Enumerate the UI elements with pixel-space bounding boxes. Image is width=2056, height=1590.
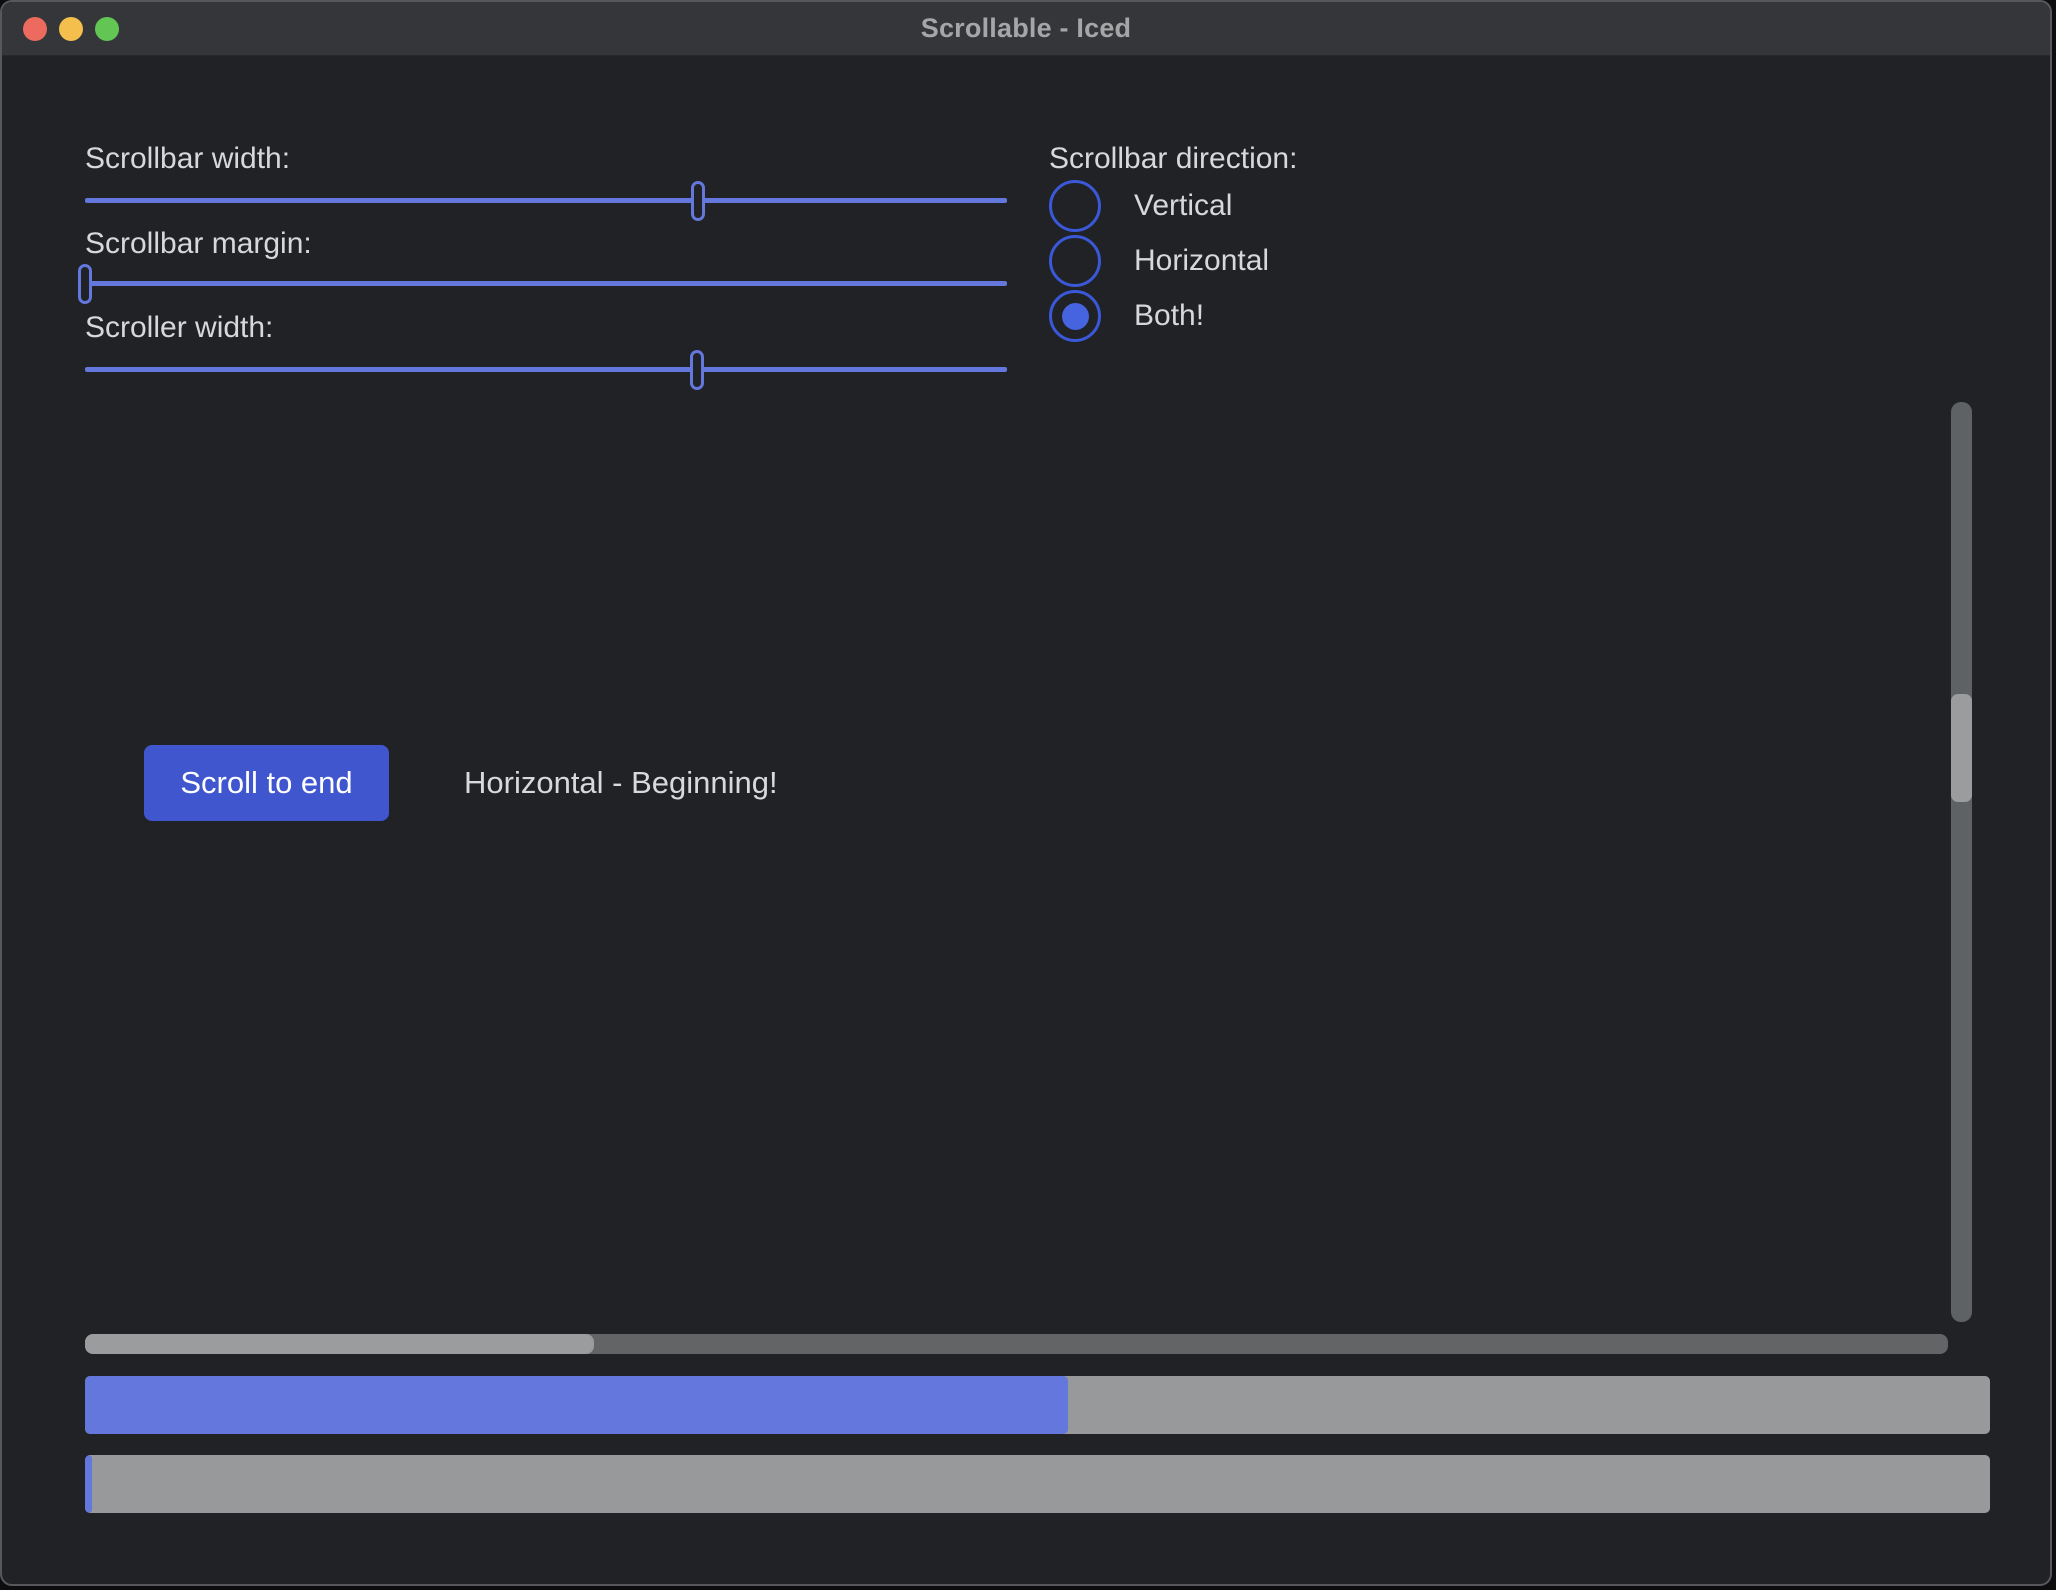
radio-both[interactable] — [1049, 290, 1101, 342]
progress-bar-track — [85, 1376, 1990, 1434]
app-window: Scrollable - Iced Scrollbar width: Scroll… — [0, 0, 2052, 1586]
horizontal-scrollbar[interactable] — [85, 1334, 1948, 1354]
window-title: Scrollable - Iced — [921, 13, 1131, 44]
scroll-status-text: Horizontal - Beginning! — [464, 745, 778, 821]
slider-handle[interactable] — [690, 350, 704, 390]
radio-selected-dot — [1062, 303, 1089, 330]
slider-label: Scrollbar width: — [85, 142, 290, 176]
slider-rail[interactable] — [85, 367, 1007, 372]
slider-handle[interactable] — [691, 181, 705, 221]
slider-label: Scroller width: — [85, 311, 273, 345]
titlebar: Scrollable - Iced — [2, 2, 2050, 56]
close-button[interactable] — [23, 17, 47, 41]
vertical-scrollbar-thumb[interactable] — [1951, 694, 1972, 802]
slider-handle[interactable] — [78, 264, 92, 304]
progress-bar-fill — [85, 1455, 92, 1513]
radio-group-label: Scrollbar direction: — [1049, 142, 1297, 176]
radio-horizontal[interactable] — [1049, 235, 1101, 287]
minimize-button[interactable] — [59, 17, 83, 41]
scroll-to-end-button[interactable]: Scroll to end — [144, 745, 389, 821]
progress-bar-fill — [85, 1376, 1068, 1434]
slider-label: Scrollbar margin: — [85, 227, 312, 261]
radio-vertical[interactable] — [1049, 180, 1101, 232]
zoom-button[interactable] — [95, 17, 119, 41]
slider-rail[interactable] — [85, 198, 1007, 203]
slider-rail[interactable] — [85, 281, 1007, 286]
radio-option-label[interactable]: Both! — [1134, 290, 1204, 342]
horizontal-scrollbar-thumb[interactable] — [85, 1334, 594, 1354]
radio-option-label[interactable]: Vertical — [1134, 180, 1232, 232]
radio-option-label[interactable]: Horizontal — [1134, 235, 1269, 287]
vertical-scrollbar[interactable] — [1951, 402, 1972, 1322]
progress-bar-track — [85, 1455, 1990, 1513]
